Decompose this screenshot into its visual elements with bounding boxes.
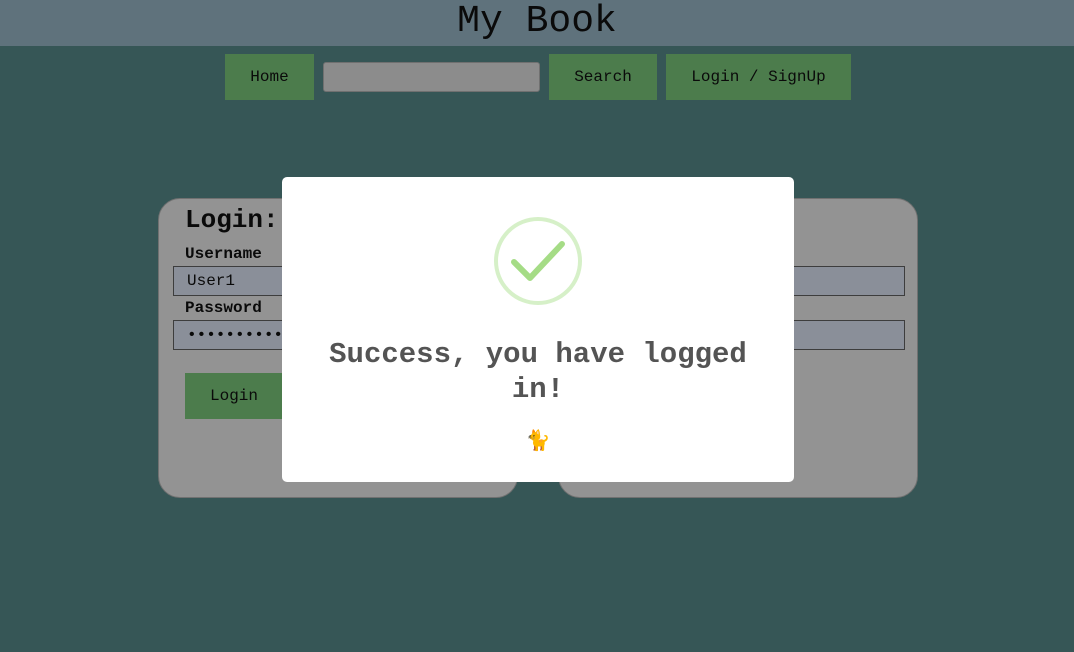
success-modal: Success, you have logged in! 🐈 (282, 177, 794, 482)
modal-title: Success, you have logged in! (329, 338, 747, 406)
cat-emoji: 🐈 (525, 431, 551, 454)
checkmark-icon (494, 217, 582, 305)
